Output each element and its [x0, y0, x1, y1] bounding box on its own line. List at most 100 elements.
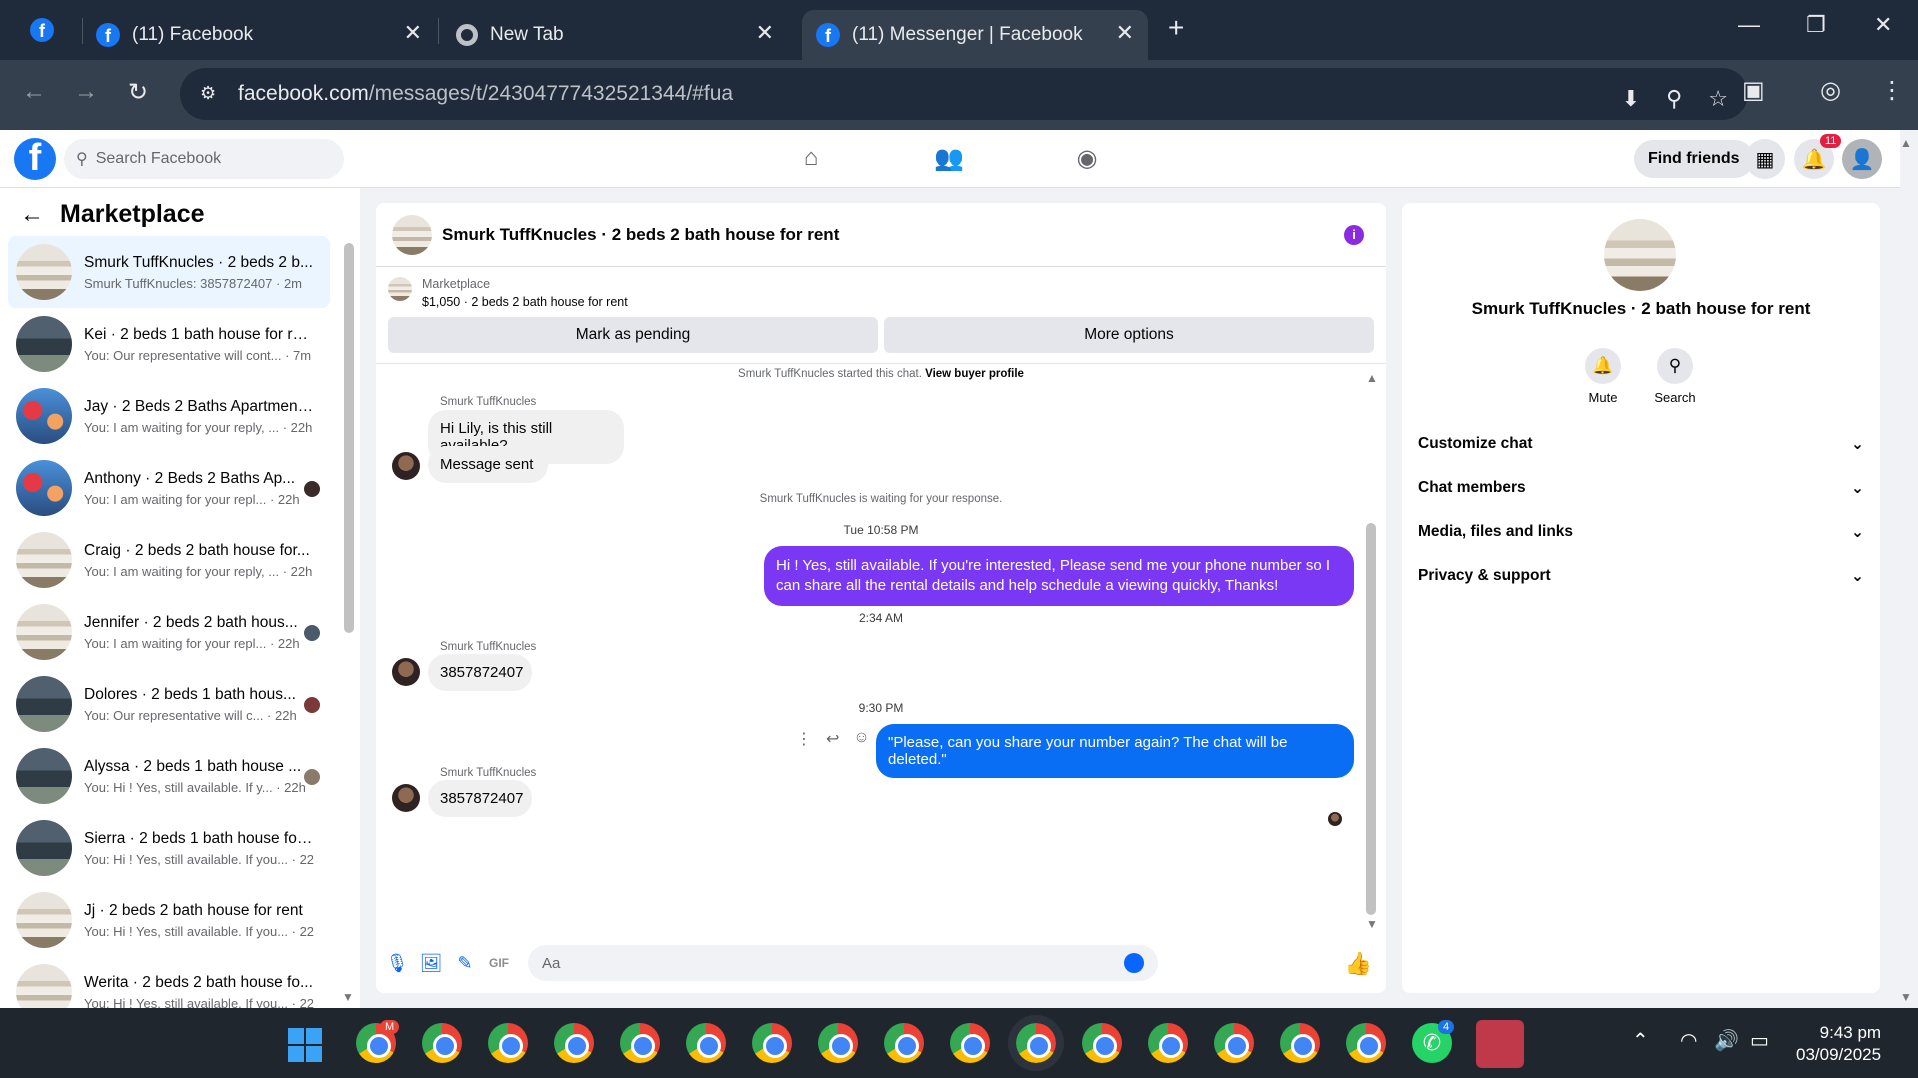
section-chat-members[interactable]: Chat members ⌄: [1418, 479, 1864, 498]
wifi-icon[interactable]: ◠: [1680, 1028, 1697, 1053]
chrome-profile-icon[interactable]: [884, 1023, 924, 1063]
bookmark-star-icon[interactable]: ☆: [1708, 86, 1728, 112]
chrome-profile-icon[interactable]: [554, 1023, 594, 1063]
scroll-down-arrow-icon[interactable]: ▼: [1366, 917, 1378, 931]
outgoing-message[interactable]: "Please, can you share your number again…: [876, 724, 1354, 778]
url-text[interactable]: facebook.com/messages/t/2430477743252134…: [238, 82, 733, 106]
chat-item[interactable]: Kei · 2 beds 1 bath house for rent You: O…: [8, 308, 330, 380]
listing-avatar[interactable]: [392, 214, 432, 255]
battery-icon[interactable]: ▭: [1750, 1028, 1769, 1053]
chat-item[interactable]: Alyssa · 2 beds 1 bath house ... You: Hi …: [8, 740, 330, 812]
snipping-tool-icon[interactable]: [1476, 1020, 1524, 1068]
tab-new-tab[interactable]: New Tab ✕: [456, 10, 788, 60]
chat-list-scrollbar[interactable]: [344, 243, 354, 633]
new-tab-icon[interactable]: +: [1168, 12, 1184, 44]
chrome-profile-icon[interactable]: [1346, 1023, 1386, 1063]
emoji-icon[interactable]: [1124, 953, 1144, 973]
view-buyer-profile-link[interactable]: View buyer profile: [925, 368, 1024, 380]
section-privacy-support[interactable]: Privacy & support ⌄: [1418, 567, 1864, 586]
site-info-icon[interactable]: ⚙: [200, 83, 222, 105]
chat-item[interactable]: Dolores · 2 beds 1 bath hous... You: Our …: [8, 668, 330, 740]
search-conversation-button[interactable]: ⚲ Search: [1645, 348, 1705, 405]
chevron-up-icon[interactable]: ⌃: [1632, 1028, 1649, 1053]
marketplace-listing[interactable]: Marketplace $1,050 · 2 beds 2 bath house…: [376, 267, 1386, 309]
chrome-profile-icon[interactable]: [686, 1023, 726, 1063]
sender-avatar[interactable]: [392, 784, 420, 812]
friends-icon[interactable]: 👥: [934, 144, 964, 174]
tab-close-icon[interactable]: ✕: [404, 20, 422, 46]
find-friends-button[interactable]: Find friends: [1634, 140, 1754, 178]
incoming-message[interactable]: 3857872407: [428, 654, 532, 691]
chrome-profile-icon[interactable]: [950, 1023, 990, 1063]
sender-avatar[interactable]: [392, 452, 420, 480]
chrome-profile-icon[interactable]: [818, 1023, 858, 1063]
facebook-logo-icon[interactable]: f: [14, 138, 56, 180]
chrome-profile-icon[interactable]: [1214, 1023, 1254, 1063]
install-app-icon[interactable]: ⬇: [1622, 86, 1640, 112]
profile-icon[interactable]: ◎: [1820, 76, 1841, 105]
home-icon[interactable]: ⌂: [796, 144, 826, 174]
facebook-search-input[interactable]: ⚲ Search Facebook: [64, 139, 344, 179]
windows-start-icon[interactable]: [288, 1028, 322, 1062]
groups-icon[interactable]: ◉: [1072, 144, 1102, 174]
side-panel-icon[interactable]: ▣: [1742, 76, 1765, 105]
menu-grid-icon[interactable]: ▦: [1745, 139, 1785, 179]
message-scrollbar[interactable]: [1366, 523, 1376, 915]
reload-icon[interactable]: ↻: [128, 78, 148, 107]
chrome-profile-icon[interactable]: [422, 1023, 462, 1063]
chrome-profile-icon[interactable]: [1082, 1023, 1122, 1063]
close-window-icon[interactable]: ✕: [1874, 12, 1892, 38]
chat-item[interactable]: Jj · 2 beds 2 bath house for rent You: Hi…: [8, 884, 330, 956]
tab-facebook[interactable]: f (11) Facebook ✕: [96, 10, 436, 60]
more-options-button[interactable]: More options: [884, 317, 1374, 353]
chrome-profile-icon[interactable]: [1148, 1023, 1188, 1063]
chat-item[interactable]: Jennifer · 2 beds 2 bath hous... You: I a…: [8, 596, 330, 668]
section-customize-chat[interactable]: Customize chat ⌄: [1418, 435, 1864, 454]
section-media-files-links[interactable]: Media, files and links ⌄: [1418, 523, 1864, 542]
menu-kebab-icon[interactable]: ⋮: [1880, 76, 1904, 105]
message-input[interactable]: Aa: [528, 945, 1158, 981]
system-clock[interactable]: 9:43 pm 03/09/2025: [1796, 1022, 1881, 1066]
conversation-title[interactable]: Smurk TuffKnucles · 2 beds 2 bath house …: [442, 225, 839, 245]
chat-item[interactable]: Craig · 2 beds 2 bath house for... You: I…: [8, 524, 330, 596]
incoming-message[interactable]: 3857872407: [428, 780, 532, 817]
chat-item[interactable]: Jay · 2 Beds 2 Baths Apartment... You: I …: [8, 380, 330, 452]
photo-icon[interactable]: 🖼: [414, 953, 448, 974]
account-avatar[interactable]: 👤: [1842, 139, 1882, 179]
scroll-up-arrow-icon[interactable]: ▲: [1366, 371, 1378, 385]
minimize-icon[interactable]: —: [1738, 12, 1760, 38]
sticker-icon[interactable]: ✎: [448, 953, 482, 974]
mark-as-pending-button[interactable]: Mark as pending: [388, 317, 878, 353]
chrome-profile-icon[interactable]: [488, 1023, 528, 1063]
react-smiley-icon[interactable]: ☺: [853, 729, 869, 749]
outgoing-message[interactable]: Hi ! Yes, still available. If you're int…: [764, 546, 1354, 606]
chrome-profile-icon[interactable]: [752, 1023, 792, 1063]
address-bar[interactable]: ⚙ facebook.com/messages/t/24304777432521…: [180, 68, 1748, 120]
tab-pinned-facebook[interactable]: f: [30, 14, 54, 46]
chat-item[interactable]: Anthony · 2 Beds 2 Baths Ap... You: I am …: [8, 452, 330, 524]
tab-close-icon[interactable]: ✕: [756, 20, 774, 46]
listing-avatar-large[interactable]: [1604, 219, 1676, 291]
volume-icon[interactable]: 🔊: [1714, 1028, 1739, 1053]
info-icon[interactable]: i: [1344, 225, 1364, 245]
chrome-profile-icon[interactable]: [620, 1023, 660, 1063]
restore-icon[interactable]: ❐: [1806, 12, 1826, 38]
tab-close-icon[interactable]: ✕: [1116, 20, 1134, 46]
like-thumb-icon[interactable]: 👍: [1345, 951, 1372, 977]
chrome-profile-icon[interactable]: [1280, 1023, 1320, 1063]
chrome-profile-icon-active[interactable]: [1008, 1015, 1064, 1071]
back-icon[interactable]: ←: [22, 78, 46, 106]
page-scroll-up-icon[interactable]: ▲: [1900, 136, 1912, 150]
more-kebab-icon[interactable]: ⋮: [796, 729, 812, 749]
sender-avatar[interactable]: [392, 658, 420, 686]
gif-icon[interactable]: GIF: [482, 956, 516, 970]
zoom-icon[interactable]: ⚲: [1666, 86, 1682, 112]
reply-icon[interactable]: ↩: [826, 729, 839, 749]
tab-messenger[interactable]: f (11) Messenger | Facebook ✕: [802, 10, 1148, 60]
microphone-icon[interactable]: 🎙: [380, 953, 414, 974]
chat-item[interactable]: Sierra · 2 beds 1 bath house for... You: …: [8, 812, 330, 884]
back-arrow-icon[interactable]: ←: [20, 201, 44, 229]
incoming-message[interactable]: Message sent: [428, 446, 548, 483]
chat-item[interactable]: Smurk TuffKnucles · 2 beds 2 b... Smurk T…: [8, 236, 330, 308]
page-scroll-down-icon[interactable]: ▼: [1900, 990, 1912, 1004]
